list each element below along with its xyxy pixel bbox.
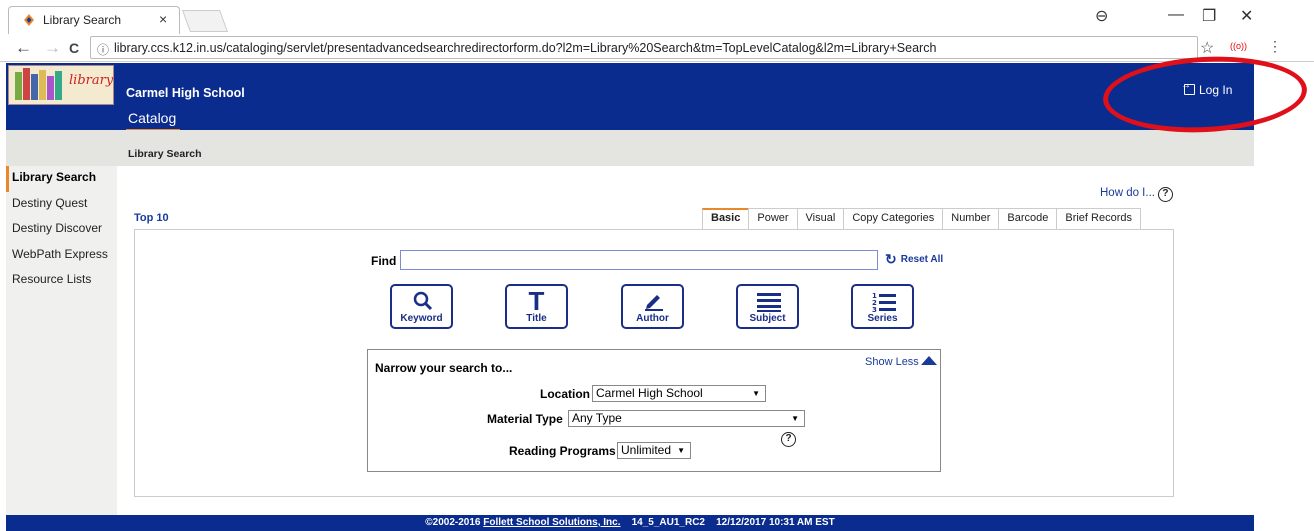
forward-arrow-icon[interactable]: → bbox=[44, 38, 61, 58]
login-icon bbox=[1181, 80, 1195, 95]
bookmark-star-icon[interactable]: ☆ bbox=[1200, 38, 1214, 58]
tab-number[interactable]: Number bbox=[942, 208, 1000, 229]
logo-book-icon bbox=[39, 70, 46, 100]
tab-copy-categories[interactable]: Copy Categories bbox=[843, 208, 944, 229]
sidebar-item-webpath-express[interactable]: WebPath Express bbox=[6, 243, 117, 269]
address-bar[interactable]: ⓘ library.ccs.k12.in.us/cataloging/servl… bbox=[90, 36, 1198, 59]
extension-icon[interactable]: ((o)) bbox=[1230, 41, 1247, 51]
reading-programs-value: Unlimited bbox=[621, 443, 672, 457]
account-icon[interactable]: ⊖ bbox=[1095, 6, 1108, 26]
how-do-i-label: How do I... bbox=[1100, 187, 1155, 199]
title-search-button[interactable]: T Title bbox=[505, 284, 568, 329]
chevron-down-icon: ▼ bbox=[752, 389, 760, 398]
browser-toolbar: ← → C ⓘ library.ccs.k12.in.us/cataloging… bbox=[0, 34, 1314, 62]
reset-all-label: Reset All bbox=[900, 254, 944, 265]
location-label: Location bbox=[540, 387, 590, 401]
lines-icon bbox=[757, 293, 781, 312]
logo-book-icon bbox=[15, 72, 22, 100]
logo-book-icon bbox=[47, 76, 54, 100]
author-search-button[interactable]: Author bbox=[621, 284, 684, 329]
pencil-icon bbox=[645, 295, 663, 311]
sidebar-item-resource-lists[interactable]: Resource Lists bbox=[6, 268, 117, 294]
author-label: Author bbox=[636, 313, 669, 324]
material-type-value: Any Type bbox=[572, 411, 622, 425]
login-link[interactable]: Log In bbox=[1181, 80, 1233, 97]
help-icon: ? bbox=[1157, 187, 1173, 202]
browser-tabstrip: Library Search × ⊖ — ❐ ✕ bbox=[0, 0, 1314, 34]
destiny-favicon-icon bbox=[24, 14, 34, 26]
keyword-label: Keyword bbox=[400, 313, 443, 324]
tab-visual[interactable]: Visual bbox=[796, 208, 845, 229]
numbered-list-icon: 1 2 3 bbox=[872, 292, 896, 313]
search-tabs: Basic Power Visual Copy Categories Numbe… bbox=[702, 208, 1141, 229]
reload-icon[interactable]: C bbox=[69, 40, 79, 56]
url-text[interactable]: library.ccs.k12.in.us/cataloging/servlet… bbox=[114, 41, 936, 55]
footer-version: 14_5_AU1_RC2 bbox=[631, 517, 705, 528]
browser-tab[interactable]: Library Search × bbox=[8, 6, 180, 34]
chevron-down-icon: ▼ bbox=[677, 446, 685, 455]
series-search-button[interactable]: 1 2 3 Series bbox=[851, 284, 914, 329]
sidebar-item-destiny-discover[interactable]: Destiny Discover bbox=[6, 217, 117, 243]
material-type-label: Material Type bbox=[487, 412, 563, 426]
new-tab-button[interactable] bbox=[181, 10, 229, 32]
triangle-up-icon bbox=[920, 356, 937, 365]
tab-barcode[interactable]: Barcode bbox=[998, 208, 1058, 229]
sidebar: Library Search Destiny Quest Destiny Dis… bbox=[6, 166, 117, 515]
reading-programs-select[interactable]: Unlimited ▼ bbox=[617, 442, 691, 459]
footer-copyright: ©2002-2016 bbox=[425, 517, 481, 528]
logo-book-icon bbox=[31, 74, 38, 100]
tab-catalog[interactable]: Catalog bbox=[126, 110, 181, 132]
help-icon[interactable]: ? bbox=[781, 432, 796, 447]
breadcrumb: Library Search bbox=[128, 148, 202, 160]
footer-datetime: 12/12/2017 10:31 AM EST bbox=[716, 517, 835, 528]
title-label: Title bbox=[526, 313, 547, 324]
narrow-search-box: Narrow your search to... Show Less Locat… bbox=[367, 349, 941, 472]
keyword-search-button[interactable]: Keyword bbox=[390, 284, 453, 329]
material-type-select[interactable]: Any Type ▼ bbox=[568, 410, 805, 427]
breadcrumb-bar: Library Search bbox=[6, 130, 1254, 166]
search-panel: Find ↻ Reset All Keyword T Title Author S… bbox=[134, 229, 1174, 497]
footer-company-link[interactable]: Follett School Solutions, Inc. bbox=[483, 517, 620, 528]
show-less-label: Show Less bbox=[865, 356, 919, 368]
site-header: library Carmel High School Catalog Log I… bbox=[6, 63, 1254, 132]
narrow-title: Narrow your search to... bbox=[375, 361, 513, 375]
search-icon bbox=[413, 291, 433, 311]
browser-menu-icon[interactable]: ⋮ bbox=[1268, 38, 1282, 55]
top-10-link[interactable]: Top 10 bbox=[134, 212, 169, 224]
school-name: Carmel High School bbox=[126, 86, 245, 100]
location-value: Carmel High School bbox=[596, 386, 703, 400]
how-do-i-link[interactable]: How do I...? bbox=[1100, 187, 1173, 202]
title-t-icon: T bbox=[528, 286, 545, 316]
find-input[interactable] bbox=[400, 250, 878, 270]
close-window-icon[interactable]: ✕ bbox=[1240, 6, 1253, 26]
reading-programs-label: Reading Programs bbox=[509, 444, 616, 458]
restore-icon[interactable]: ❐ bbox=[1202, 6, 1216, 26]
logo-text: library bbox=[69, 73, 114, 88]
reset-icon: ↻ bbox=[885, 251, 897, 267]
logo-book-icon bbox=[55, 71, 62, 100]
tab-power[interactable]: Power bbox=[748, 208, 798, 229]
svg-text:3: 3 bbox=[872, 306, 877, 313]
tab-brief-records[interactable]: Brief Records bbox=[1056, 208, 1141, 229]
tab-title: Library Search bbox=[43, 13, 122, 27]
info-icon[interactable]: ⓘ bbox=[97, 41, 109, 58]
logo-book-icon bbox=[23, 68, 30, 100]
reset-all-button[interactable]: ↻ Reset All bbox=[885, 251, 943, 268]
minimize-icon[interactable]: — bbox=[1168, 6, 1184, 24]
sidebar-item-destiny-quest[interactable]: Destiny Quest bbox=[6, 192, 117, 218]
back-arrow-icon[interactable]: ← bbox=[15, 38, 32, 58]
login-label: Log In bbox=[1199, 83, 1233, 97]
chevron-down-icon: ▼ bbox=[791, 414, 799, 423]
show-less-link[interactable]: Show Less bbox=[865, 356, 937, 368]
sidebar-item-library-search[interactable]: Library Search bbox=[6, 166, 117, 192]
location-select[interactable]: Carmel High School ▼ bbox=[592, 385, 766, 402]
tab-basic[interactable]: Basic bbox=[702, 208, 750, 229]
footer: ©2002-2016 Follett School Solutions, Inc… bbox=[6, 515, 1254, 531]
tab-close-icon[interactable]: × bbox=[159, 11, 167, 27]
library-logo: library bbox=[8, 65, 114, 105]
series-label: Series bbox=[867, 313, 898, 324]
find-label: Find bbox=[371, 254, 397, 268]
subject-search-button[interactable]: Subject bbox=[736, 284, 799, 329]
subject-label: Subject bbox=[749, 313, 786, 324]
